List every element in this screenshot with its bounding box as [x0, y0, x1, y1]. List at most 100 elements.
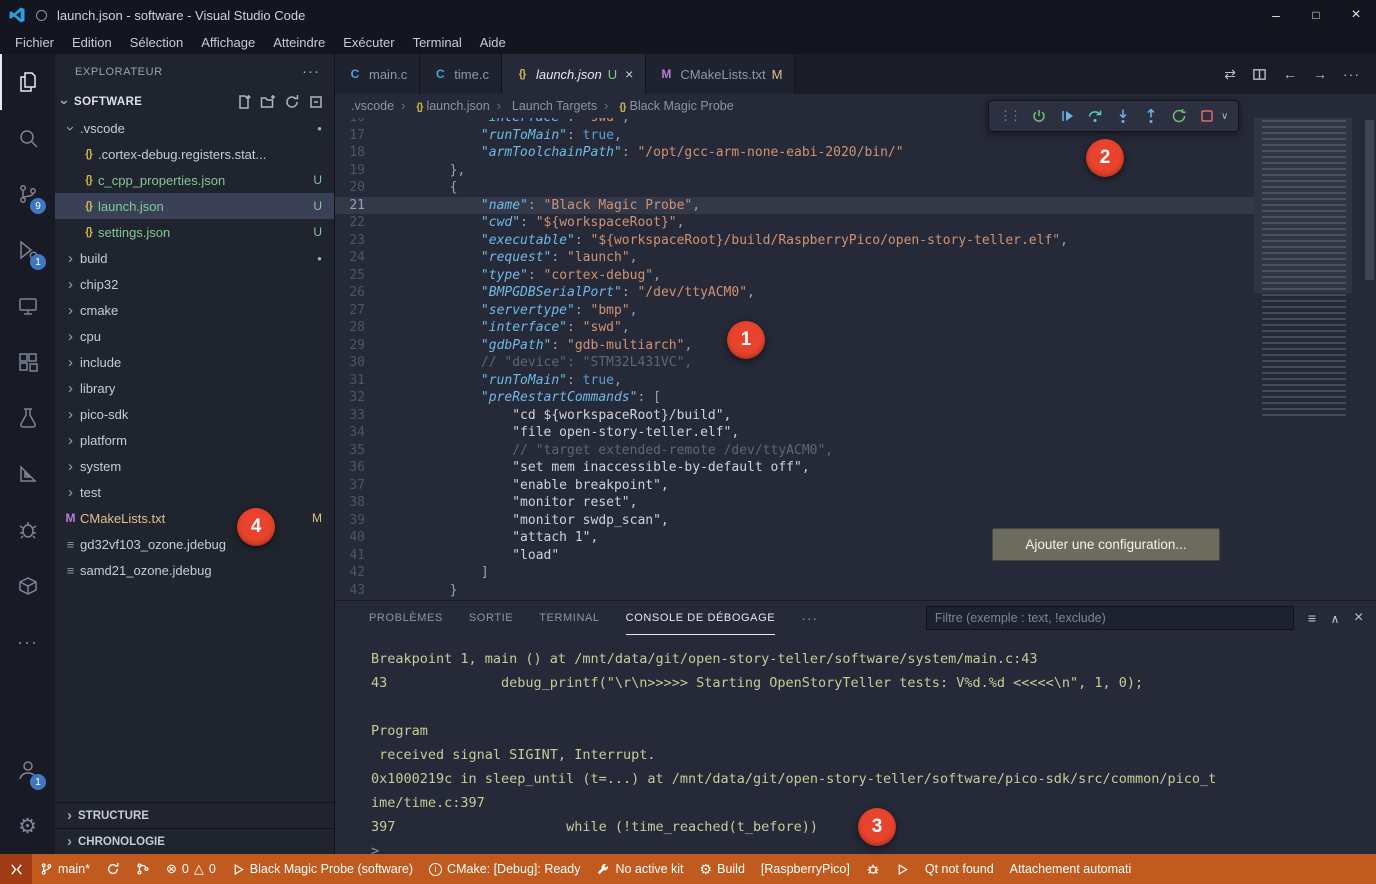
word-wrap-icon[interactable] [1308, 610, 1317, 626]
breadcrumb-item[interactable]: .vscode [351, 99, 394, 113]
menu-item[interactable]: Fichier [6, 30, 63, 54]
close-panel-icon[interactable] [1354, 609, 1364, 627]
code-area[interactable]: 16 "interface": "swd", 17 "runToMain": t… [335, 118, 1254, 600]
menu-item[interactable]: Exécuter [334, 30, 403, 54]
tree-item[interactable]: test [55, 479, 334, 505]
more-actions-icon[interactable] [1343, 66, 1360, 82]
menu-item[interactable]: Edition [63, 30, 121, 54]
menu-item[interactable]: Affichage [192, 30, 264, 54]
activity-account[interactable]: 1 [0, 742, 55, 798]
panel-tab[interactable]: TERMINAL [539, 601, 599, 635]
add-configuration-button[interactable]: Ajouter une configuration... [992, 528, 1220, 561]
close-icon[interactable]: × [623, 66, 633, 82]
tree-item[interactable]: settings.json U [55, 219, 334, 245]
tree-item[interactable]: .cortex-debug.registers.stat... [55, 141, 334, 167]
panel-more-icon[interactable] [801, 601, 818, 635]
menu-item[interactable]: Atteindre [264, 30, 334, 54]
tree-item[interactable]: include [55, 349, 334, 375]
editor-tab[interactable]: launch.json U × [502, 54, 646, 94]
open-changes-icon[interactable] [1224, 66, 1236, 83]
breadcrumb-item[interactable]: Launch Targets [490, 99, 597, 113]
close-window-icon[interactable] [1336, 0, 1376, 30]
maximize-panel-icon[interactable] [1331, 610, 1340, 626]
tree-item[interactable]: CMakeLists.txt M [55, 505, 334, 531]
tree-item[interactable]: cmake [55, 297, 334, 323]
debug-status[interactable] [858, 854, 888, 884]
git-graph-status[interactable] [128, 854, 158, 884]
problems-status[interactable]: 0 0 [158, 854, 224, 884]
breadcrumb-item[interactable]: Black Magic Probe [597, 99, 734, 113]
editor-tab[interactable]: main.c [335, 54, 420, 94]
editor-tab[interactable]: time.c [420, 54, 502, 94]
activity-settings[interactable]: ⚙ [0, 798, 55, 854]
activity-more[interactable]: ··· [0, 614, 55, 670]
sync-status[interactable] [98, 854, 128, 884]
step-into-icon[interactable] [1115, 108, 1131, 124]
activity-testing[interactable] [0, 390, 55, 446]
workspace-section-header[interactable]: SOFTWARE [55, 89, 334, 115]
tree-item[interactable]: c_cpp_properties.json U [55, 167, 334, 193]
step-over-icon[interactable] [1087, 108, 1103, 124]
remote-indicator[interactable] [0, 854, 32, 884]
activity-source-control[interactable]: 9 [0, 166, 55, 222]
breadcrumb-item[interactable]: launch.json [394, 99, 490, 113]
panel-tab[interactable]: SORTIE [469, 601, 513, 635]
tree-item[interactable]: gd32vf103_ozone.jdebug [55, 531, 334, 557]
new-folder-icon[interactable] [260, 94, 276, 110]
tree-item[interactable]: .vscode ● [55, 115, 334, 141]
sidebar-section[interactable]: STRUCTURE [55, 802, 334, 828]
build-button[interactable]: Build [692, 854, 753, 884]
stop-icon[interactable] [1199, 108, 1215, 124]
console-filter-input[interactable] [926, 606, 1294, 630]
navigate-back-icon[interactable] [1283, 66, 1297, 82]
scrollbar-thumb[interactable] [1365, 120, 1374, 280]
panel-tab[interactable]: PROBLÈMES [369, 601, 443, 635]
sidebar-section[interactable]: CHRONOLOGIE [55, 828, 334, 854]
tree-item[interactable]: build ● [55, 245, 334, 271]
menu-item[interactable]: Aide [471, 30, 515, 54]
navigate-forward-icon[interactable] [1313, 66, 1327, 82]
collapse-all-icon[interactable] [308, 94, 324, 110]
qt-status[interactable]: Qt not found [917, 854, 1002, 884]
activity-cmake[interactable] [0, 446, 55, 502]
cmake-status[interactable]: CMake: [Debug]: Ready [421, 854, 588, 884]
split-editor-icon[interactable] [1252, 67, 1267, 82]
activity-package[interactable] [0, 558, 55, 614]
tree-item[interactable]: platform [55, 427, 334, 453]
explorer-more-icon[interactable] [302, 63, 320, 80]
activity-explorer[interactable] [0, 54, 55, 110]
tree-item[interactable]: chip32 [55, 271, 334, 297]
branch-status[interactable]: main* [32, 854, 98, 884]
activity-remote-explorer[interactable] [0, 278, 55, 334]
launch-config-status[interactable]: Black Magic Probe (software) [224, 854, 421, 884]
tree-item[interactable]: launch.json U [55, 193, 334, 219]
tree-item[interactable]: library [55, 375, 334, 401]
restart-icon[interactable] [1171, 108, 1187, 124]
maximize-icon[interactable] [1296, 0, 1336, 30]
panel-tab[interactable]: CONSOLE DE DÉBOGAGE [626, 601, 776, 635]
editor[interactable]: 16 "interface": "swd", 17 "runToMain": t… [335, 118, 1376, 600]
new-file-icon[interactable] [236, 94, 252, 110]
refresh-icon[interactable] [284, 94, 300, 110]
run-to-cursor-icon[interactable] [1059, 108, 1075, 124]
tree-item[interactable]: samd21_ozone.jdebug [55, 557, 334, 583]
debug-console[interactable]: Breakpoint 1, main () at /mnt/data/git/o… [335, 635, 1376, 854]
kit-status[interactable]: No active kit [588, 854, 691, 884]
editor-tab[interactable]: CMakeLists.txt M [646, 54, 795, 94]
run-status[interactable] [888, 854, 917, 884]
activity-extensions[interactable] [0, 334, 55, 390]
menu-item[interactable]: Terminal [404, 30, 471, 54]
editor-scrollbar[interactable] [1362, 118, 1376, 600]
power-icon[interactable] [1031, 108, 1047, 124]
step-out-icon[interactable] [1143, 108, 1159, 124]
activity-debug-tool[interactable] [0, 502, 55, 558]
tree-item[interactable]: pico-sdk [55, 401, 334, 427]
activity-search[interactable] [0, 110, 55, 166]
build-target[interactable]: [RaspberryPico] [753, 854, 858, 884]
activity-run-debug[interactable]: 1 [0, 222, 55, 278]
chevron-down-icon[interactable] [1221, 111, 1228, 122]
menu-item[interactable]: Sélection [121, 30, 192, 54]
drag-handle-icon[interactable] [999, 108, 1019, 124]
tree-item[interactable]: cpu [55, 323, 334, 349]
auto-attach-status[interactable]: Attachement automati [1002, 854, 1140, 884]
